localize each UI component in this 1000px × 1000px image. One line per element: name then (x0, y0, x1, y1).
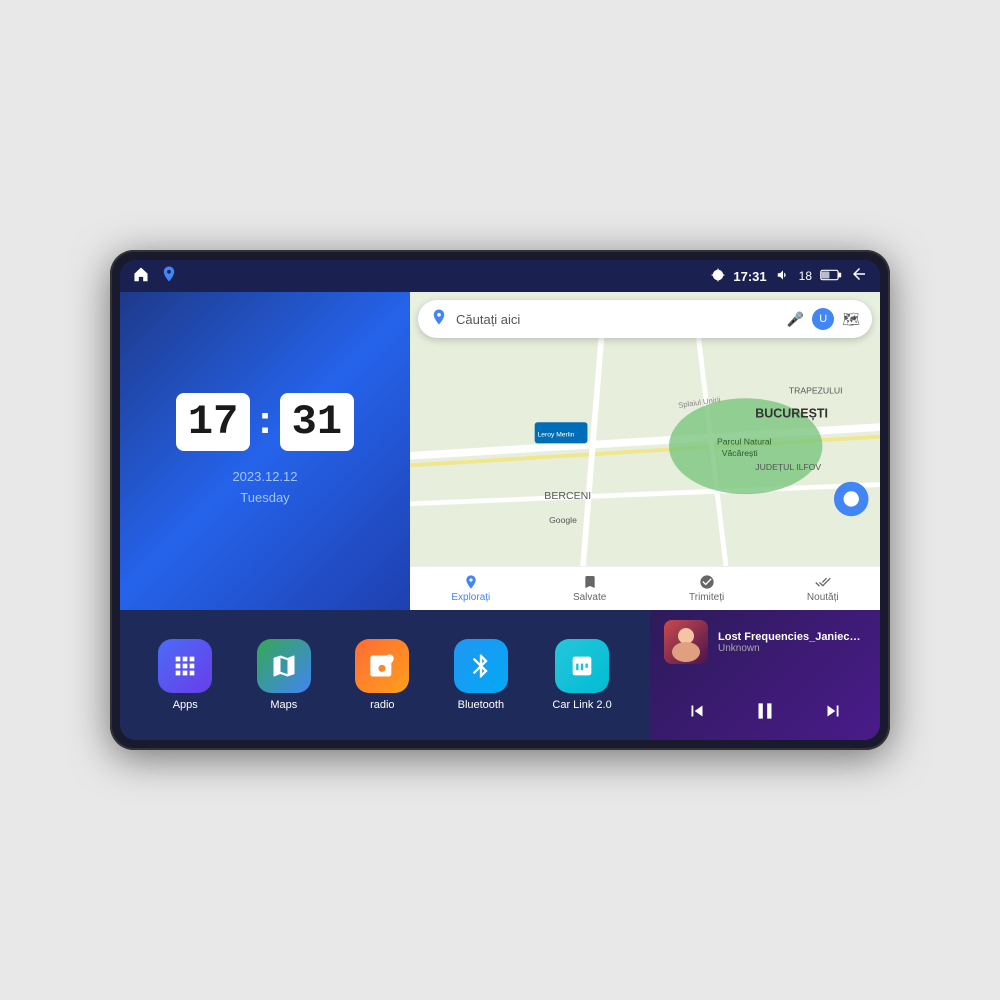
clock-hours: 17 (176, 393, 250, 451)
voice-search-icon[interactable]: 🎤 (787, 311, 804, 328)
svg-text:BERCENI: BERCENI (544, 490, 591, 502)
music-title: Lost Frequencies_Janieck Devy-... (718, 631, 866, 643)
map-panel[interactable]: Parcul Natural Văcărești Leroy Merlin BU… (410, 292, 880, 610)
map-search-bar[interactable]: Căutați aici 🎤 U 🗺 (418, 300, 872, 338)
clock-minutes: 31 (280, 393, 354, 451)
album-art (664, 620, 708, 664)
svg-text:JUDEȚUL ILFOV: JUDEȚUL ILFOV (755, 462, 821, 472)
next-button[interactable] (822, 700, 844, 722)
app-item-maps[interactable]: Maps (257, 639, 311, 711)
svg-text:Google: Google (549, 515, 577, 525)
music-artist: Unknown (718, 643, 866, 654)
svg-text:BUCUREȘTI: BUCUREȘTI (755, 406, 828, 420)
status-bar: 17:31 18 (120, 260, 880, 292)
music-controls (664, 692, 866, 730)
map-tab-noutati[interactable]: Noutăți (807, 574, 839, 603)
map-right-icons: 🎤 U 🗺 (787, 308, 860, 330)
battery-icon (820, 269, 842, 284)
map-tab-noutati-label: Noutăți (807, 592, 839, 603)
map-search-text[interactable]: Căutați aici (456, 312, 779, 327)
radio-label: radio (370, 699, 394, 711)
day-value: Tuesday (232, 488, 297, 509)
bottom-section: Apps Maps (120, 610, 880, 740)
map-tab-salvate-label: Salvate (573, 592, 606, 603)
app-item-carlink[interactable]: Car Link 2.0 (552, 639, 611, 711)
back-icon[interactable] (850, 265, 868, 288)
play-pause-button[interactable] (752, 698, 778, 724)
date-value: 2023.12.12 (232, 467, 297, 488)
apps-bar: Apps Maps (120, 610, 650, 740)
gps-icon (711, 268, 725, 285)
app-item-radio[interactable]: radio (355, 639, 409, 711)
music-text-info: Lost Frequencies_Janieck Devy-... Unknow… (718, 631, 866, 654)
user-avatar-icon[interactable]: U (812, 308, 834, 330)
map-logo-pin (430, 308, 448, 331)
nav-maps-icon[interactable] (160, 265, 178, 288)
apps-icon (158, 639, 212, 693)
battery-level: 18 (799, 269, 812, 283)
device-screen: 17:31 18 (120, 260, 880, 740)
date-display: 2023.12.12 Tuesday (232, 467, 297, 509)
svg-text:Leroy Merlin: Leroy Merlin (538, 432, 575, 439)
clock-colon: : (258, 398, 271, 443)
map-tab-salvate[interactable]: Salvate (573, 574, 606, 603)
clock-display: 17:31 (733, 269, 766, 284)
home-icon[interactable] (132, 266, 150, 287)
clock-display-widget: 17 : 31 (176, 393, 354, 451)
svg-text:TRAPEZULUI: TRAPEZULUI (789, 385, 843, 395)
music-info: Lost Frequencies_Janieck Devy-... Unknow… (664, 620, 866, 664)
maps-icon (257, 639, 311, 693)
prev-button[interactable] (686, 700, 708, 722)
map-tab-trimiteti-label: Trimiteți (689, 592, 724, 603)
radio-icon (355, 639, 409, 693)
carlink-icon (555, 639, 609, 693)
map-background: Parcul Natural Văcărești Leroy Merlin BU… (410, 292, 880, 610)
app-item-bluetooth[interactable]: Bluetooth (454, 639, 508, 711)
volume-icon[interactable] (775, 268, 791, 285)
status-right: 17:31 18 (711, 265, 868, 288)
maps-label: Maps (270, 699, 297, 711)
bluetooth-icon (454, 639, 508, 693)
map-tab-trimiteti[interactable]: Trimiteți (689, 574, 724, 603)
layers-icon[interactable]: 🗺 (842, 311, 860, 328)
apps-label: Apps (173, 699, 198, 711)
svg-text:Văcărești: Văcărești (722, 448, 758, 458)
top-section: 17 : 31 2023.12.12 Tuesday (120, 292, 880, 610)
clock-panel: 17 : 31 2023.12.12 Tuesday (120, 292, 410, 610)
map-bottom-bar: Explorați Salvate Trimiteți Noutăți (410, 566, 880, 610)
bluetooth-label: Bluetooth (458, 699, 504, 711)
map-tab-exploreaza[interactable]: Explorați (451, 574, 490, 603)
main-content: 17 : 31 2023.12.12 Tuesday (120, 292, 880, 740)
map-tab-exploreaza-label: Explorați (451, 592, 490, 603)
device-body: 17:31 18 (110, 250, 890, 750)
svg-text:Parcul Natural: Parcul Natural (717, 436, 772, 446)
status-left (132, 265, 178, 288)
music-panel: Lost Frequencies_Janieck Devy-... Unknow… (650, 610, 880, 740)
app-item-apps[interactable]: Apps (158, 639, 212, 711)
carlink-label: Car Link 2.0 (552, 699, 611, 711)
